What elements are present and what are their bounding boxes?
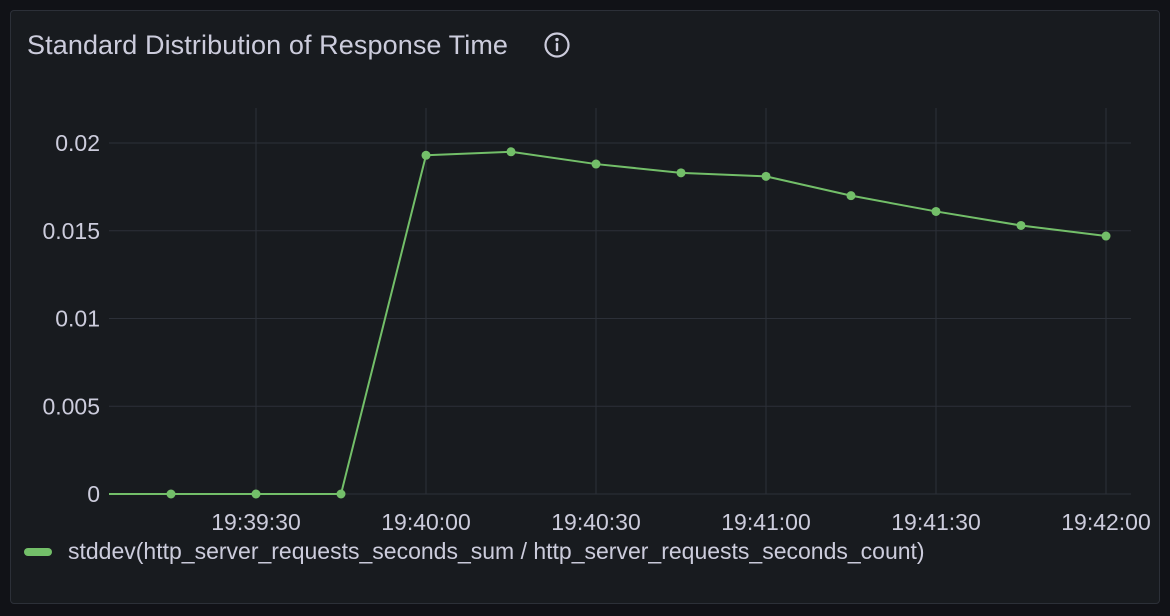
data-point: [506, 147, 516, 157]
data-point: [591, 159, 601, 169]
data-point: [676, 168, 686, 178]
legend-swatch: [24, 547, 52, 556]
x-tick-label: 19:42:00: [1061, 509, 1151, 535]
y-tick-label: 0.01: [55, 306, 100, 332]
line-chart: 0 0.005 0.01 0.015 0.02 19:39:30 19:40:00 19:40…: [42, 108, 1151, 535]
data-point: [1016, 220, 1026, 230]
data-point: [336, 489, 346, 499]
data-point: [421, 150, 431, 160]
legend-item[interactable]: stddev(http_server_requests_seconds_sum …: [24, 538, 925, 565]
x-tick-label: 19:40:00: [381, 509, 471, 535]
y-tick-label: 0.015: [42, 218, 100, 244]
x-tick-label: 19:41:00: [721, 509, 811, 535]
series-line: [109, 150, 1107, 495]
data-point: [166, 489, 176, 499]
data-point: [251, 489, 261, 499]
data-point: [846, 191, 856, 201]
data-point: [1101, 231, 1111, 241]
x-tick-label: 19:41:30: [891, 509, 981, 535]
data-point: [761, 171, 771, 181]
y-tick-label: 0.02: [55, 130, 100, 156]
data-point: [931, 206, 941, 216]
y-tick-label: 0.005: [42, 393, 100, 419]
y-tick-label: 0: [87, 481, 100, 507]
x-tick-label: 19:40:30: [551, 509, 641, 535]
legend-label: stddev(http_server_requests_seconds_sum …: [68, 538, 925, 564]
x-tick-label: 19:39:30: [211, 509, 301, 535]
